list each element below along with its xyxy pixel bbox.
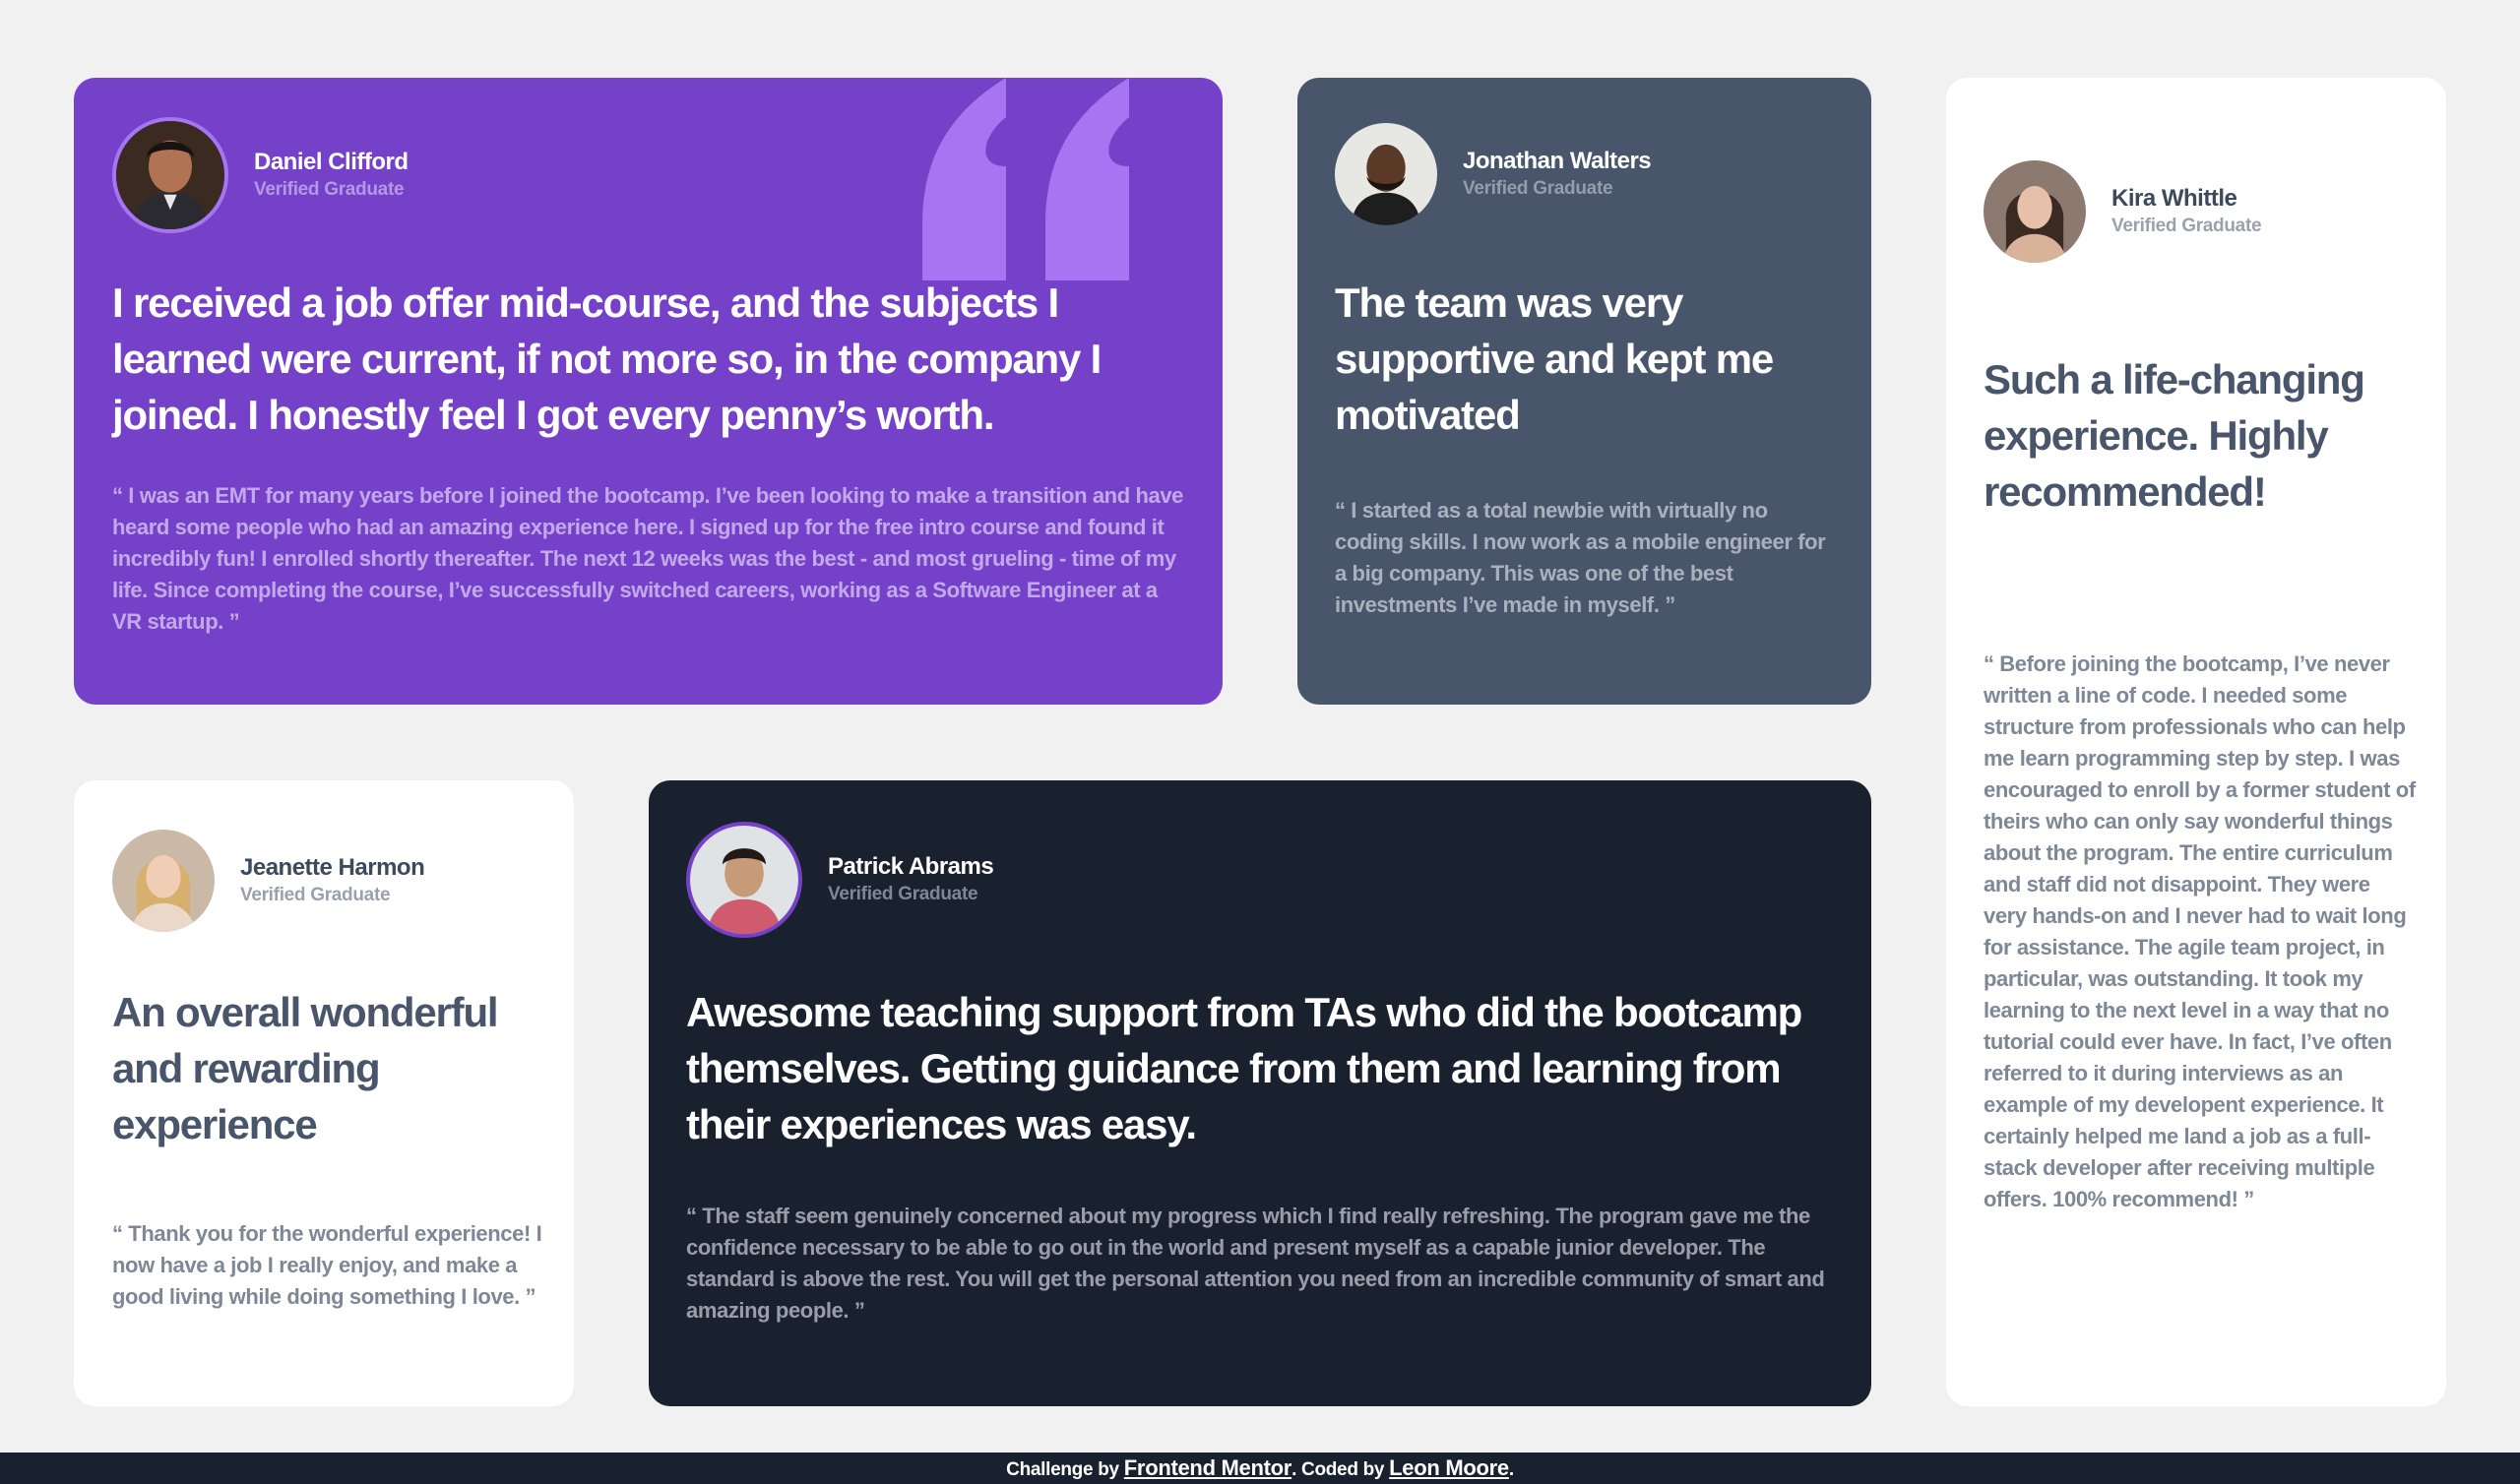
avatar-jonathan-icon <box>1335 123 1437 225</box>
author-role: Verified Graduate <box>828 884 978 904</box>
testimonial-headline: I received a job offer mid-course, and t… <box>112 279 1102 438</box>
author-block: Patrick Abrams Verified Graduate <box>686 822 994 938</box>
author-name: Patrick Abrams <box>828 853 994 880</box>
testimonial-body: “ The staff seem genuinely concerned abo… <box>686 1204 1825 1323</box>
author-block: Jeanette Harmon Verified Graduate <box>112 830 425 932</box>
avatar-kira-icon <box>1984 160 2086 263</box>
author-role: Verified Graduate <box>2111 216 2262 236</box>
testimonial-card-jeanette: Jeanette Harmon Verified Graduate An ove… <box>74 780 574 1406</box>
testimonial-card-kira: Kira Whittle Verified Graduate Such a li… <box>1946 78 2446 1406</box>
author-block: Jonathan Walters Verified Graduate <box>1335 123 1652 225</box>
testimonial-body: “ Before joining the bootcamp, I’ve neve… <box>1984 651 2416 1211</box>
testimonial-headline: The team was very supportive and kept me… <box>1335 279 1774 438</box>
author-block: Kira Whittle Verified Graduate <box>1984 160 2262 263</box>
avatar <box>1984 160 2086 263</box>
avatar <box>1335 123 1437 225</box>
attribution-suffix: . <box>1508 1459 1514 1480</box>
avatar <box>112 830 215 932</box>
testimonial-headline: Awesome teaching support from TAs who di… <box>686 989 1802 1147</box>
author-name: Jeanette Harmon <box>240 854 425 881</box>
testimonial-card-patrick: Patrick Abrams Verified Graduate Awesome… <box>649 780 1871 1406</box>
avatar <box>112 117 228 233</box>
quote-mark-icon <box>922 78 1129 280</box>
author-link[interactable]: Leon Moore <box>1389 1455 1509 1480</box>
author-role: Verified Graduate <box>240 885 391 905</box>
avatar <box>686 822 802 938</box>
testimonial-body: “ I was an EMT for many years before I j… <box>112 483 1184 634</box>
avatar-jeanette-icon <box>112 830 215 932</box>
attribution-middle: . Coded by <box>1292 1459 1390 1480</box>
testimonial-headline: An overall wonderful and rewarding exper… <box>112 989 499 1147</box>
author-role: Verified Graduate <box>254 179 405 200</box>
testimonial-body: “ I started as a total newbie with virtu… <box>1335 498 1826 617</box>
attribution-footer: Challenge by Frontend Mentor. Coded by L… <box>0 1453 2520 1484</box>
avatar-patrick-icon <box>690 826 798 934</box>
testimonial-card-jonathan: Jonathan Walters Verified Graduate The t… <box>1297 78 1871 705</box>
attribution-prefix: Challenge by <box>1006 1459 1124 1480</box>
testimonial-card-daniel: Daniel Clifford Verified Graduate I rece… <box>74 78 1223 705</box>
avatar-daniel-icon <box>116 121 224 229</box>
author-name: Jonathan Walters <box>1463 148 1652 174</box>
author-name: Daniel Clifford <box>254 149 409 175</box>
author-name: Kira Whittle <box>2111 185 2237 212</box>
frontend-mentor-link[interactable]: Frontend Mentor <box>1124 1455 1292 1480</box>
author-role: Verified Graduate <box>1463 178 1613 199</box>
author-block: Daniel Clifford Verified Graduate <box>112 117 409 233</box>
testimonial-headline: Such a life-changing experience. Highly … <box>1984 356 2365 515</box>
testimonial-body: “ Thank you for the wonderful experience… <box>112 1221 542 1309</box>
